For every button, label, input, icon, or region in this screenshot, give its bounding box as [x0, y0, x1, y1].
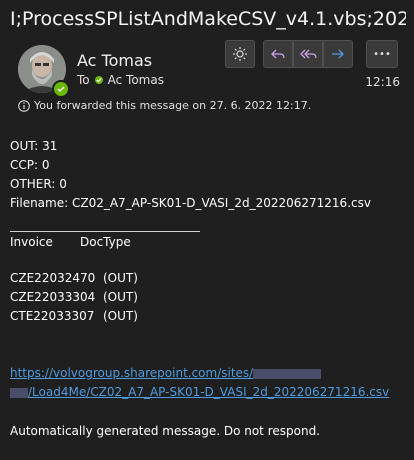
- sharepoint-link-part1[interactable]: https://volvogroup.sharepoint.com/sites/: [10, 366, 253, 380]
- redacted-block: [10, 387, 28, 398]
- reply-toolbar: [263, 40, 353, 68]
- ccp-count: CCP: 0: [10, 158, 50, 172]
- info-icon: [18, 99, 30, 112]
- sharepoint-link-line2[interactable]: /Load4Me/CZ02_A7_AP-SK01-D_VASI_2d_20220…: [10, 385, 389, 399]
- invoice-row-3: CTE22033307: [10, 309, 95, 323]
- recipient-row: To Ac Tomas: [77, 73, 164, 87]
- theme-toolbar: [225, 40, 255, 68]
- filename-line: Filename: CZ02_A7_AP-SK01-D_VASI_2d_2022…: [10, 196, 371, 210]
- doctype-row-1: (OUT): [103, 271, 138, 285]
- forward-info-text: You forwarded this message on 27. 6. 202…: [34, 99, 312, 112]
- doctype-header: DocType: [80, 235, 131, 249]
- email-subject: I;ProcessSPListAndMakeCSV_v4.1.vbs;2022-…: [10, 8, 406, 30]
- invoice-row-2: CZE22033304: [10, 290, 96, 304]
- forward-icon[interactable]: [323, 40, 353, 68]
- out-count: OUT: 31: [10, 139, 58, 153]
- doctype-row-3: (OUT): [103, 309, 138, 323]
- more-icon[interactable]: •••: [366, 40, 398, 68]
- sun-icon[interactable]: [225, 40, 255, 68]
- separator-line: [10, 231, 200, 232]
- sharepoint-link[interactable]: https://volvogroup.sharepoint.com/sites/: [10, 366, 322, 380]
- recipient-name[interactable]: Ac Tomas: [108, 73, 164, 87]
- more-toolbar: •••: [366, 40, 398, 68]
- presence-available-icon: [52, 80, 70, 98]
- reply-icon[interactable]: [263, 40, 293, 68]
- invoice-row-1: CZE22032470: [10, 271, 96, 285]
- reply-all-icon[interactable]: [293, 40, 323, 68]
- invoice-header: Invoice: [10, 235, 53, 249]
- other-count: OTHER: 0: [10, 177, 67, 191]
- received-time: 12:16: [365, 75, 400, 89]
- forward-info-bar: You forwarded this message on 27. 6. 202…: [18, 99, 311, 112]
- footer-note: Automatically generated message. Do not …: [10, 424, 320, 438]
- recipient-presence-icon: [94, 76, 103, 84]
- to-label: To: [77, 73, 90, 87]
- sender-name[interactable]: Ac Tomas: [77, 51, 152, 70]
- sharepoint-link-part2[interactable]: /Load4Me/CZ02_A7_AP-SK01-D_VASI_2d_20220…: [28, 385, 389, 399]
- redacted-block: [253, 368, 322, 379]
- doctype-row-2: (OUT): [103, 290, 138, 304]
